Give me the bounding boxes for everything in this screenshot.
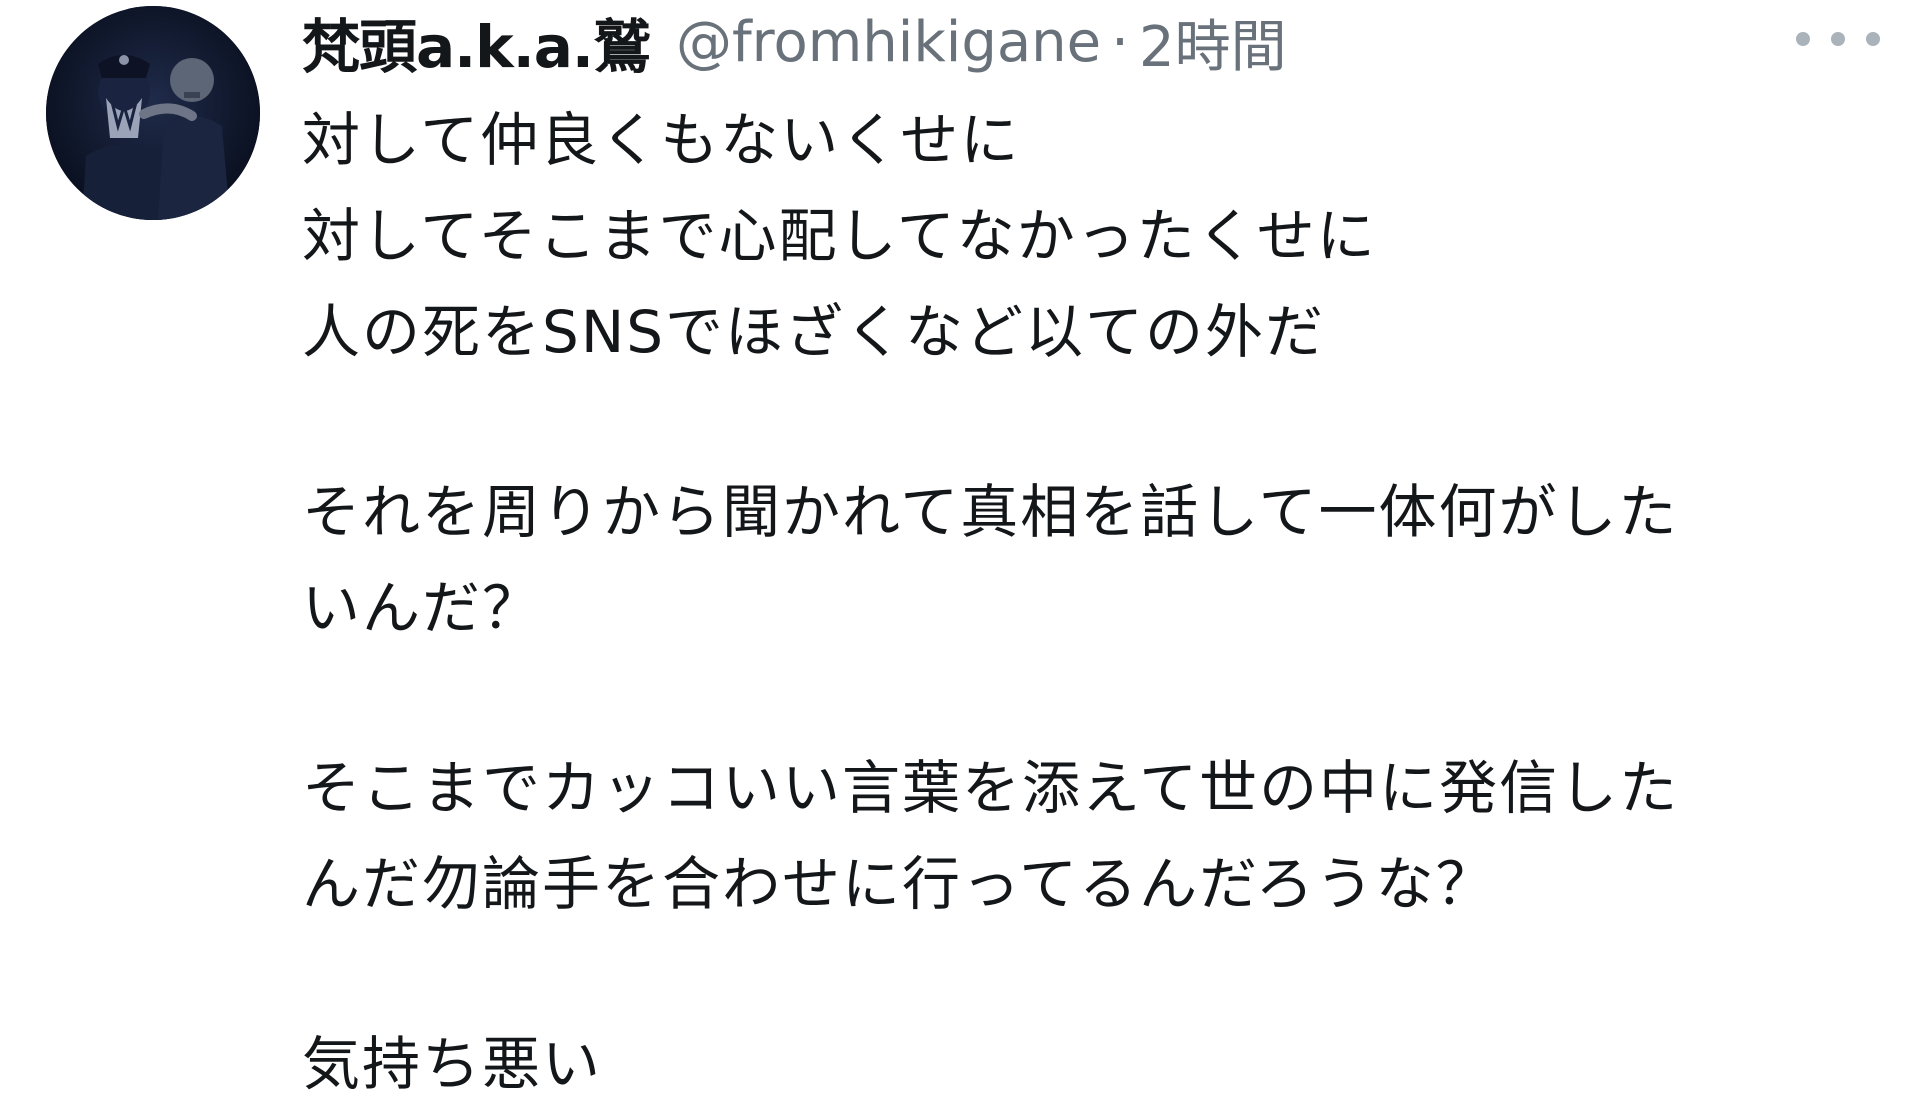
tweet-text: 対して仲良くもないくせに 対してそこまで心配してなかったくせに 人の死をSNSで… bbox=[302, 92, 1862, 1112]
tweet-text-line: んだ勿論手を合わせに行ってるんだろうな？ bbox=[302, 850, 1496, 918]
tweet-card: 梵頭a.k.a.鷲 @fromhikigane · 2時間 対して仲良くもないく… bbox=[0, 0, 1920, 1120]
avatar[interactable] bbox=[46, 6, 260, 220]
tweet-text-line: それを周りから聞かれて真相を話して一体何がした bbox=[302, 478, 1679, 546]
tweet-content: 梵頭a.k.a.鷲 @fromhikigane · 2時間 対して仲良くもないく… bbox=[302, 0, 1862, 1112]
more-dot bbox=[1866, 32, 1880, 46]
tweet-text-line: 対して仲良くもないくせに bbox=[302, 106, 1021, 174]
tweet-text-line: そこまでカッコいい言葉を添えて世の中に発信した bbox=[302, 754, 1680, 822]
more-horizontal-icon[interactable] bbox=[1796, 24, 1880, 54]
tweet-text-line: いんだ？ bbox=[302, 574, 543, 642]
tweet-text-line: 対してそこまで心配してなかったくせに bbox=[302, 202, 1377, 270]
tweet-header: 梵頭a.k.a.鷲 @fromhikigane · 2時間 bbox=[302, 0, 1862, 84]
separator-dot: · bbox=[1111, 9, 1129, 75]
more-dot bbox=[1831, 32, 1845, 46]
tweet-text-line: 人の死をSNSでほざくなど以ての外だ bbox=[302, 298, 1326, 366]
timestamp[interactable]: 2時間 bbox=[1139, 2, 1287, 83]
tweet-text-line: 気持ち悪い bbox=[302, 1030, 603, 1098]
user-handle[interactable]: @fromhikigane bbox=[676, 10, 1101, 75]
more-dot bbox=[1796, 32, 1810, 46]
display-name[interactable]: 梵頭a.k.a.鷲 bbox=[302, 0, 651, 84]
avatar-image bbox=[46, 6, 260, 220]
